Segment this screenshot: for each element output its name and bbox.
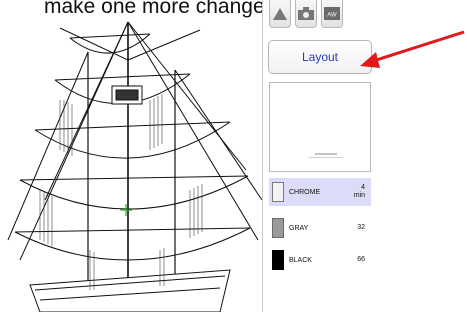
red-arrow-annotation bbox=[360, 30, 465, 68]
design-canvas[interactable] bbox=[0, 0, 262, 312]
color-time: 66 bbox=[357, 256, 365, 263]
camera-icon bbox=[298, 7, 314, 20]
color-name: CHROME bbox=[289, 188, 321, 196]
color-time: 32 bbox=[357, 224, 365, 231]
color-swatch bbox=[272, 250, 284, 270]
color-row-gray[interactable]: GRAY 32 bbox=[269, 214, 371, 242]
triangle-icon bbox=[273, 7, 287, 20]
film-icon: AW bbox=[324, 7, 340, 20]
crosshair-cursor-icon bbox=[120, 204, 132, 216]
film-label: AW bbox=[327, 13, 337, 19]
camera-tool-button[interactable] bbox=[295, 0, 317, 28]
color-name: GRAY bbox=[289, 224, 309, 232]
triangle-tool-button[interactable] bbox=[269, 0, 291, 28]
toolbar: AW bbox=[269, 0, 343, 28]
preview-mark bbox=[315, 153, 337, 155]
color-row-chrome[interactable]: CHROME 4 min bbox=[269, 178, 371, 206]
color-name: BLACK bbox=[289, 256, 312, 264]
color-time-unit: min bbox=[353, 192, 365, 199]
film-tool-button[interactable]: AW bbox=[321, 0, 343, 28]
ship-drawing bbox=[7, 21, 262, 312]
design-preview bbox=[269, 82, 371, 172]
preview-mark bbox=[309, 157, 343, 158]
color-time: 4 bbox=[361, 184, 365, 191]
color-swatch bbox=[272, 218, 284, 238]
layout-button[interactable]: Layout bbox=[268, 40, 372, 74]
color-row-black[interactable]: BLACK 66 bbox=[269, 246, 371, 274]
color-swatch bbox=[272, 182, 284, 202]
